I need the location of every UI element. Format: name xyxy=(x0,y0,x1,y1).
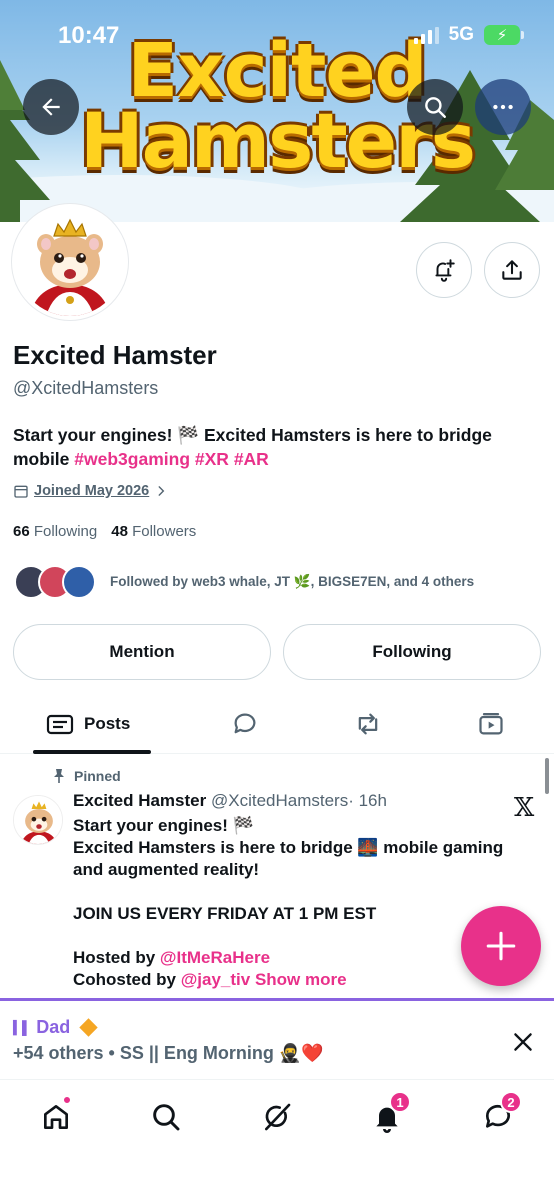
cohosted-by-mention[interactable]: @jay_tiv xyxy=(181,970,251,989)
signal-icon xyxy=(413,26,439,44)
cohosted-label: Cohosted by xyxy=(73,970,176,989)
tab-posts[interactable]: Posts xyxy=(46,694,130,754)
orange-diamond-icon xyxy=(79,1018,98,1037)
profile-tabs: Posts xyxy=(0,694,554,754)
post-body[interactable]: Start your engines! 🏁 Excited Hamsters i… xyxy=(73,815,533,991)
profile-bio: Start your engines! 🏁 Excited Hamsters i… xyxy=(13,423,533,471)
bio-hashtag[interactable]: #XR xyxy=(195,449,229,469)
profile-handle: @XcitedHamsters xyxy=(13,378,159,398)
grok-icon xyxy=(265,1103,291,1131)
followed-by-text: Followed by web3 whale, JT 🌿, BIGSE7EN, … xyxy=(110,574,475,589)
active-tab-indicator xyxy=(33,750,151,754)
followed-by-row[interactable]: Followed by web3 whale, JT 🌿, BIGSE7EN, … xyxy=(14,565,474,599)
bell-plus-icon xyxy=(435,259,455,282)
post-header: Excited Hamster @XcitedHamsters· 16h xyxy=(73,791,387,811)
hamster-avatar-image xyxy=(14,796,62,844)
messages-badge: 2 xyxy=(500,1091,522,1113)
scrollbar-thumb[interactable] xyxy=(545,758,549,794)
post-author-handle[interactable]: @XcitedHamsters xyxy=(211,791,348,810)
following-count: 66 xyxy=(13,523,30,540)
banner-title-line2: Hamsters xyxy=(80,96,476,185)
post-author-avatar[interactable] xyxy=(13,795,63,845)
tab-posts-label: Posts xyxy=(84,714,131,733)
nav-messages[interactable]: 2 xyxy=(478,1091,522,1137)
joined-label: Joined May 2026 xyxy=(34,483,150,499)
following-button[interactable]: Following xyxy=(283,624,541,680)
post-line: JOIN US EVERY FRIDAY AT 1 PM EST xyxy=(73,904,377,923)
home-icon xyxy=(44,1105,68,1129)
followers-label: Followers xyxy=(132,523,197,540)
hamster-avatar-image xyxy=(16,208,124,316)
profile-display-name: Excited Hamster xyxy=(13,340,217,370)
nav-grok[interactable] xyxy=(257,1097,297,1137)
post-line: Start your engines! 🏁 xyxy=(73,816,254,835)
joined-date[interactable]: Joined May 2026 xyxy=(13,483,168,499)
close-space-button[interactable] xyxy=(510,1029,536,1060)
network-label: 5G xyxy=(448,24,474,45)
nav-home[interactable] xyxy=(36,1095,76,1137)
notifications-badge: 1 xyxy=(389,1091,411,1113)
tab-reposts[interactable] xyxy=(352,694,384,754)
audio-wave-icon: ▍▌ xyxy=(13,1019,31,1035)
followers-stat[interactable]: 48 Followers xyxy=(111,523,196,540)
post-author-name[interactable]: Excited Hamster xyxy=(73,791,206,810)
share-button[interactable] xyxy=(484,242,540,298)
mention-button[interactable]: Mention xyxy=(13,624,271,680)
arrow-left-icon xyxy=(42,98,60,116)
calendar-icon xyxy=(14,485,28,498)
repost-icon xyxy=(358,713,378,735)
search-icon xyxy=(425,97,446,118)
reply-bubble-icon xyxy=(234,713,256,734)
bio-hashtag[interactable]: #web3gaming xyxy=(74,449,190,469)
close-icon xyxy=(514,1033,532,1051)
follower-avatar xyxy=(62,565,96,599)
hosted-label: Hosted by xyxy=(73,948,156,967)
pinned-indicator: Pinned xyxy=(52,768,121,784)
profile-avatar[interactable] xyxy=(12,204,128,320)
share-icon xyxy=(502,260,522,280)
plus-icon xyxy=(486,931,516,961)
home-unread-dot xyxy=(62,1095,72,1105)
tab-replies[interactable] xyxy=(230,694,260,754)
status-indicators: 5G ⚡ xyxy=(413,24,524,46)
hosted-by-mention[interactable]: @ItMeRaHere xyxy=(160,948,270,967)
status-time: 10:47 xyxy=(58,22,120,49)
pinned-label: Pinned xyxy=(74,768,121,784)
posts-icon xyxy=(46,714,74,735)
show-more-link[interactable]: Show more xyxy=(255,970,347,989)
notify-bell-button[interactable] xyxy=(416,242,472,298)
following-label: Following xyxy=(33,523,98,540)
live-space-bar[interactable]: ▍▌ Dad +54 others • SS || Eng Morning 🥷❤… xyxy=(0,998,554,1080)
bio-hashtag[interactable]: #AR xyxy=(234,449,269,469)
video-icon xyxy=(479,712,503,735)
post-line: Excited Hamsters is here to bridge 🌉 mob… xyxy=(73,838,504,879)
space-host-name: Dad xyxy=(36,1017,71,1037)
following-stat[interactable]: 66 Following xyxy=(13,523,97,540)
search-button[interactable] xyxy=(407,79,463,135)
more-options-button[interactable] xyxy=(475,79,531,135)
nav-explore[interactable] xyxy=(146,1097,186,1137)
chevron-right-icon xyxy=(158,486,165,496)
search-icon xyxy=(153,1104,180,1131)
back-button[interactable] xyxy=(23,79,79,135)
profile-banner: Excited Hamsters 10:47 5G ⚡ xyxy=(0,0,554,222)
space-title: +54 others • SS || Eng Morning 🥷❤️ xyxy=(13,1043,324,1063)
tab-videos[interactable] xyxy=(476,694,506,754)
compose-button[interactable] xyxy=(461,906,541,986)
nav-notifications[interactable]: 1 xyxy=(367,1091,411,1137)
post-time: · 16h xyxy=(348,791,387,810)
battery-icon: ⚡ xyxy=(484,25,524,45)
space-host-row: ▍▌ Dad xyxy=(13,1017,98,1038)
more-dots-icon xyxy=(493,104,513,110)
post-line-cohosted: Cohosted by @jay_tiv Show more xyxy=(73,969,533,991)
bottom-navigation: 1 2 xyxy=(0,1081,554,1151)
followers-count: 48 xyxy=(111,523,128,540)
pin-icon xyxy=(54,769,64,783)
follow-stats: 66 Following 48 Followers xyxy=(13,523,196,540)
